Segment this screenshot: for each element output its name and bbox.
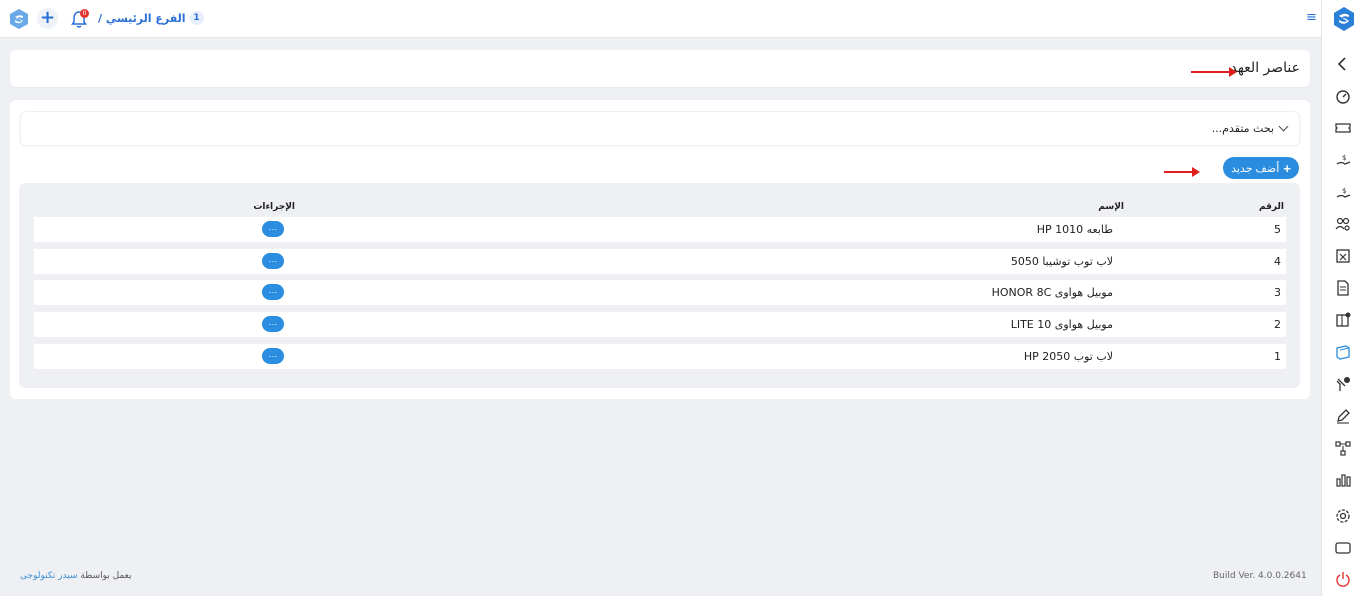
app-logo-icon[interactable]	[1332, 6, 1356, 32]
dashboard-gauge-icon[interactable]	[1335, 88, 1351, 104]
cell-number: 5	[1274, 223, 1281, 236]
users-settings-icon[interactable]	[1335, 216, 1351, 232]
row-actions-button[interactable]: ···	[262, 348, 284, 364]
advanced-search-panel[interactable]: بحث متقدم...	[20, 111, 1300, 146]
cell-number: 1	[1274, 350, 1281, 363]
screen-icon[interactable]	[1335, 540, 1351, 556]
gear-icon[interactable]	[1335, 508, 1351, 524]
branch-breadcrumb[interactable]: 1 الفرع الرئيسي /	[98, 11, 204, 25]
annotation-arrow	[1191, 67, 1237, 77]
table-row: 5 طابعه HP 1010 ···	[34, 217, 1286, 242]
add-new-button[interactable]: + أضف جديد	[1223, 157, 1299, 179]
hierarchy-icon[interactable]	[1335, 440, 1351, 456]
branch-label: الفرع الرئيسي /	[98, 11, 186, 25]
add-new-label: أضف جديد	[1231, 162, 1280, 175]
cell-name: طابعه HP 1010	[1036, 223, 1113, 236]
power-icon[interactable]	[1335, 571, 1351, 587]
advanced-search-label: بحث متقدم...	[1211, 122, 1274, 135]
payment-hand-icon[interactable]: $	[1335, 184, 1351, 200]
footer-powered-by: يعمل بواسطة	[80, 571, 132, 581]
table-row: 3 موبيل هواوى HONOR 8C ···	[34, 280, 1286, 305]
custody-items-table: الرقم الإسم الإجراءات 5 طابعه HP 1010 ··…	[19, 183, 1300, 388]
column-header-actions: الإجراءات	[253, 202, 295, 212]
plus-icon: +	[1283, 160, 1291, 176]
notification-badge: 0	[80, 9, 89, 18]
page-header-card: عناصر العهد	[10, 50, 1310, 87]
pen-sign-icon[interactable]	[1335, 408, 1351, 424]
ticket-icon[interactable]	[1335, 120, 1351, 136]
reports-chart-icon[interactable]	[1335, 472, 1351, 488]
column-header-name: الإسم	[1098, 202, 1124, 212]
tools-check-icon[interactable]	[1335, 376, 1351, 392]
build-version: Build Ver. 4.0.0.2641	[1213, 571, 1307, 581]
column-header-number: الرقم	[1258, 202, 1284, 212]
cell-number: 4	[1274, 255, 1281, 268]
branch-number: 1	[189, 11, 204, 25]
cell-name: لاب توب HP 2050	[1023, 350, 1113, 363]
cell-name: موبيل هواوى LITE 10	[1010, 318, 1113, 331]
svg-text:$: $	[1342, 154, 1346, 162]
invoice-cancel-icon[interactable]	[1335, 248, 1351, 264]
sidebar: $ $	[1321, 0, 1363, 596]
advanced-search-toggle[interactable]: بحث متقدم...	[1211, 121, 1289, 135]
collapse-chevron-icon[interactable]	[1335, 56, 1351, 72]
row-actions-button[interactable]: ···	[262, 253, 284, 269]
annotation-arrow	[1164, 167, 1200, 177]
document-icon[interactable]	[1335, 280, 1351, 296]
cell-name: موبيل هواوى HONOR 8C	[991, 286, 1113, 299]
package-icon[interactable]	[1335, 312, 1351, 328]
custody-items-icon[interactable]	[1335, 344, 1351, 360]
cell-name: لاب توب توشيبا 5050	[1010, 255, 1113, 268]
row-actions-button[interactable]: ···	[262, 284, 284, 300]
page-title: عناصر العهد	[1230, 60, 1300, 76]
app-logo-icon[interactable]	[8, 8, 30, 30]
row-actions-button[interactable]: ···	[262, 316, 284, 332]
table-row: 2 موبيل هواوى LITE 10 ···	[34, 312, 1286, 337]
cell-number: 3	[1274, 286, 1281, 299]
table-row: 4 لاب توب توشيبا 5050 ···	[34, 249, 1286, 274]
hamburger-menu-icon[interactable]: ≡	[1306, 11, 1318, 24]
row-actions-button[interactable]: ···	[262, 221, 284, 237]
footer-company-link[interactable]: سيدر تكنولوجى	[20, 571, 78, 581]
cell-number: 2	[1274, 318, 1281, 331]
table-row: 1 لاب توب HP 2050 ···	[34, 344, 1286, 369]
money-hand-icon[interactable]: $	[1335, 152, 1351, 168]
svg-text:$: $	[1342, 187, 1346, 195]
footer-credit: يعمل بواسطة سيدر تكنولوجى	[20, 571, 132, 581]
main-content-card: بحث متقدم... + أضف جديد الرقم الإسم الإج…	[10, 100, 1310, 399]
chevron-down-icon	[1278, 121, 1289, 132]
quick-add-button[interactable]: +	[37, 8, 58, 29]
top-bar: + 0 1 الفرع الرئيسي / ≡	[0, 0, 1321, 38]
